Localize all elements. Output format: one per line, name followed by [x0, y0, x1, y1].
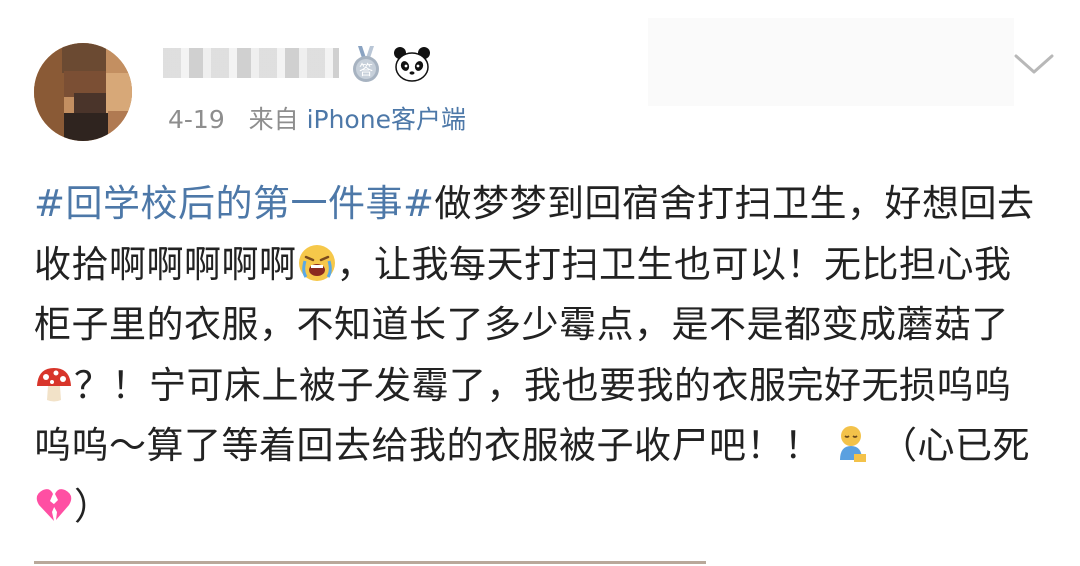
avatar[interactable]: [34, 43, 132, 141]
source-prefix: 来自: [248, 105, 299, 134]
mushroom-emoji: [37, 367, 71, 401]
panda-icon: [394, 47, 430, 82]
post-body: #回学校后的第一件事#做梦梦到回宿舍打扫卫生，好想回去收拾啊啊啊啊啊 ，让我每天打…: [34, 174, 1044, 537]
blurred-region: [648, 18, 1014, 106]
post-date: 4-19: [168, 105, 225, 134]
hashtag-link[interactable]: #回学校后的第一件事#: [34, 182, 435, 225]
image-preview-edge: [34, 561, 706, 564]
post-text: ）: [74, 484, 112, 528]
svg-text:答: 答: [359, 62, 373, 79]
post-text: （心已死: [880, 424, 1031, 467]
source-link[interactable]: iPhone客户端: [307, 105, 466, 134]
chevron-down-icon[interactable]: [1012, 48, 1056, 78]
username-blurred[interactable]: [163, 48, 339, 78]
sleepy-person-emoji: [839, 426, 866, 462]
post-meta: 4-19 来自 iPhone客户端: [168, 102, 466, 138]
crying-face-emoji: [298, 244, 335, 281]
broken-heart-emoji: [36, 488, 72, 521]
medal-icon: 答: [353, 46, 379, 82]
